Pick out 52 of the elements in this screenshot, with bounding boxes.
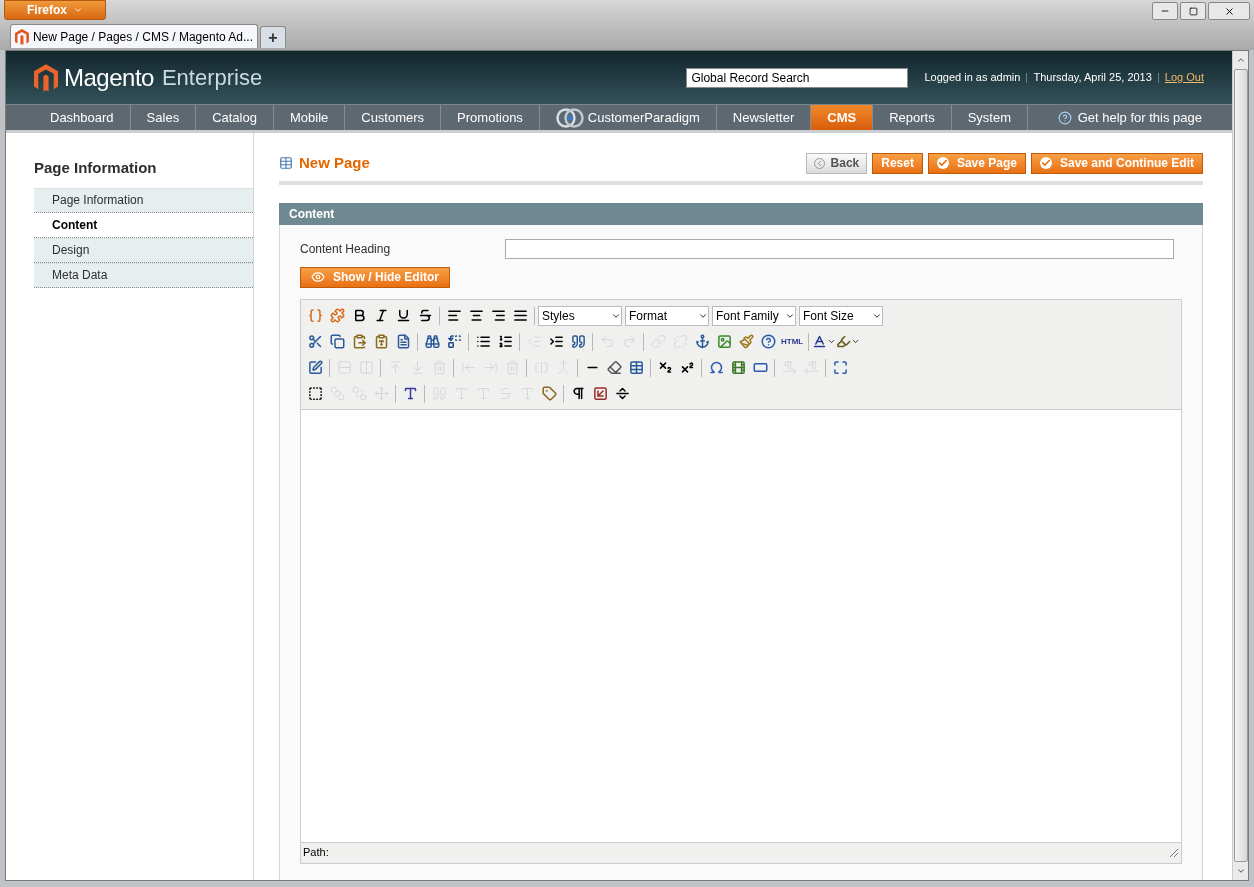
sidebar-tab[interactable]: Meta Data xyxy=(34,262,253,288)
logo-icon xyxy=(15,28,29,45)
input-field[interactable] xyxy=(505,238,1174,259)
search-field[interactable]: Global Record Search xyxy=(686,67,909,88)
check-icon xyxy=(936,157,949,170)
brand-name: Magento xyxy=(64,62,154,93)
maximize-button[interactable] xyxy=(1180,2,1206,20)
scroll-down-icon xyxy=(1235,866,1246,876)
nav-tab[interactable]: Customers xyxy=(345,105,442,130)
new-tab-button[interactable]: + xyxy=(260,26,286,48)
caret-icon xyxy=(851,337,861,346)
nav-tab[interactable]: Promotions xyxy=(441,105,540,130)
minimize-button[interactable] xyxy=(1152,2,1178,20)
scroll-up-icon xyxy=(1235,55,1246,65)
back-button[interactable]: Back xyxy=(805,152,868,174)
nav-tab[interactable]: Catalog xyxy=(196,105,274,130)
maximize-icon xyxy=(1188,6,1198,16)
nav-tab[interactable]: Sales xyxy=(130,105,197,130)
caret-icon xyxy=(827,337,837,346)
close-icon xyxy=(1223,5,1235,17)
field-label: Content Heading xyxy=(300,240,392,258)
help-link[interactable]: Get help for this page xyxy=(1057,105,1202,130)
nav-tab[interactable]: System xyxy=(951,105,1029,130)
close-button[interactable] xyxy=(1208,2,1250,20)
section-header: Content xyxy=(279,202,1203,225)
page-title: New Page xyxy=(299,153,370,173)
dropdown-select[interactable]: Font Family xyxy=(712,305,796,326)
dropdown-select[interactable]: Styles xyxy=(538,305,622,326)
browser-tab[interactable]: New Page / Pages / CMS / Magento Ad... xyxy=(10,24,258,48)
dropdown-select[interactable]: Format xyxy=(625,305,709,326)
brand-suffix: Enterprise xyxy=(161,64,263,92)
check-icon xyxy=(1040,157,1052,170)
grid-icon xyxy=(279,156,293,171)
caret-icon xyxy=(73,5,83,15)
sidebar-tab[interactable]: Page Information xyxy=(34,187,253,213)
circles-logo-icon xyxy=(555,105,584,130)
nav-tab[interactable]: Mobile xyxy=(273,105,346,130)
date-label: Thursday, April 25, 2013 xyxy=(1033,70,1152,86)
sidebar-tab[interactable]: Design xyxy=(34,237,253,263)
nav-tab[interactable]: Dashboard xyxy=(34,105,131,130)
eye-icon xyxy=(311,270,325,284)
nav-tab[interactable]: CMS xyxy=(811,105,874,130)
resize-grip-icon xyxy=(1169,847,1179,858)
logout-link[interactable]: Log Out xyxy=(1164,69,1204,86)
logo-icon xyxy=(34,62,58,93)
sidebar-title: Page Information xyxy=(34,158,158,178)
path-label: Path: xyxy=(303,845,329,861)
nav-tab[interactable]: Reports xyxy=(873,105,952,130)
nav-tab[interactable]: CustomerParadigm xyxy=(539,105,717,130)
dropdown-select[interactable]: Font Size xyxy=(799,305,883,326)
help-icon xyxy=(1057,110,1072,125)
user-label: Logged in as admin xyxy=(924,70,1021,86)
